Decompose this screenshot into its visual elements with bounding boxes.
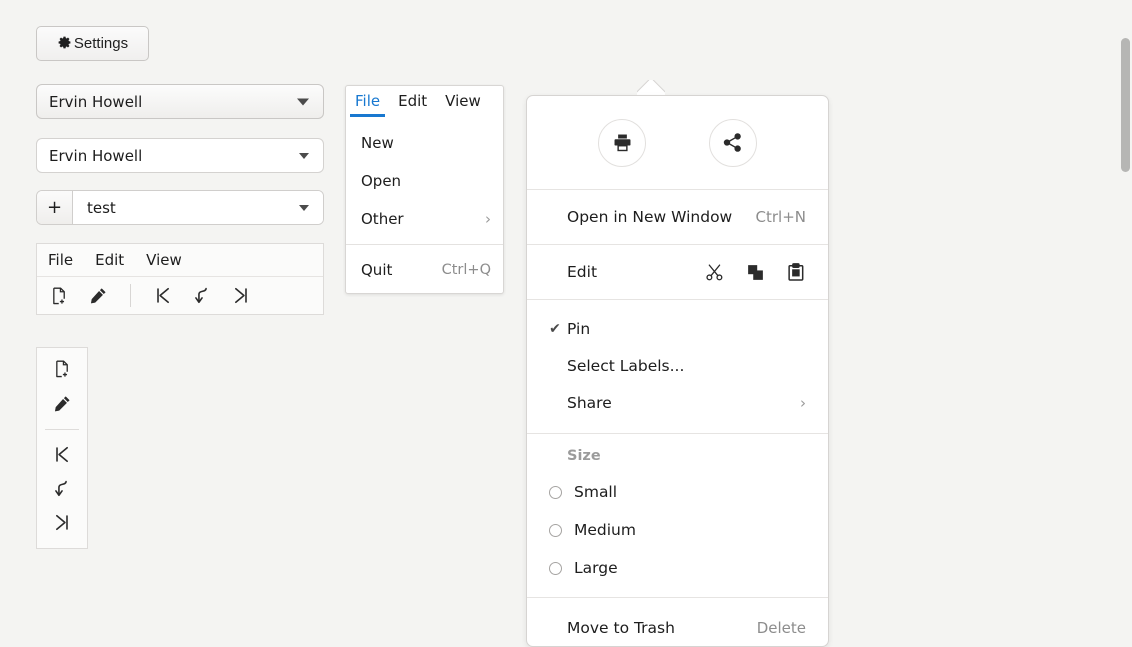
- user-select-styled[interactable]: Ervin Howell: [36, 138, 324, 173]
- tab-edit[interactable]: Edit: [398, 92, 427, 117]
- radio-option-medium[interactable]: Medium: [527, 511, 828, 549]
- menu-item-other[interactable]: Other ›: [346, 200, 503, 238]
- radio-option-small-label: Small: [574, 483, 618, 501]
- item-select[interactable]: test: [73, 191, 323, 224]
- horizontal-toolbar: File Edit View: [36, 243, 324, 315]
- user-select-styled-value: Ervin Howell: [49, 146, 143, 165]
- edit-row-label: Edit: [567, 263, 598, 281]
- menu-item-share[interactable]: Share ›: [527, 384, 828, 421]
- trash-section: Move to Trash Delete: [527, 598, 828, 647]
- add-item-button[interactable]: +: [37, 191, 73, 224]
- menubar-tabs: File Edit View: [346, 86, 503, 117]
- tab-file[interactable]: File: [349, 92, 386, 117]
- print-icon[interactable]: [598, 118, 647, 167]
- toolbar-icon-row: [37, 277, 323, 314]
- toolbar-menu-file[interactable]: File: [48, 251, 73, 269]
- user-select-native-value: Ervin Howell: [49, 92, 143, 111]
- move-to-trash-shortcut: Delete: [756, 619, 806, 637]
- copy-icon[interactable]: [745, 262, 765, 282]
- radio-option-large-label: Large: [574, 559, 618, 577]
- toolbar-separator: [45, 429, 79, 430]
- menu-separator: [346, 244, 503, 245]
- menu-item-quit[interactable]: Quit Ctrl+Q: [346, 251, 503, 289]
- file-menu-items: New Open Other › Quit Ctrl+Q: [346, 117, 503, 289]
- menu-item-new-label: New: [361, 134, 394, 152]
- chevron-down-icon: [299, 152, 309, 159]
- radio-option-small[interactable]: Small: [527, 473, 828, 511]
- menu-item-select-labels-label: Select Labels...: [567, 356, 685, 375]
- add-combo: + test: [36, 190, 324, 225]
- menu-item-other-label: Other: [361, 210, 404, 228]
- toolbar-menubar: File Edit View: [37, 244, 323, 277]
- menu-item-open-new-window[interactable]: Open in New Window Ctrl+N: [527, 190, 828, 244]
- radio-option-medium-label: Medium: [574, 521, 636, 539]
- download-arrow-icon[interactable]: [52, 480, 72, 497]
- tab-view[interactable]: View: [445, 92, 481, 117]
- file-menubar: File Edit View New Open Other › Quit Ctr…: [345, 85, 504, 294]
- item-select-value: test: [87, 198, 116, 217]
- skip-to-start-icon[interactable]: [52, 446, 72, 463]
- menu-item-move-to-trash[interactable]: Move to Trash Delete: [527, 598, 828, 647]
- settings-button-label: Settings: [73, 35, 129, 52]
- edit-action-icons: [704, 262, 806, 282]
- settings-button[interactable]: Settings: [36, 26, 149, 61]
- radio-icon: [549, 485, 562, 499]
- paste-icon[interactable]: [786, 262, 806, 282]
- vertical-toolbar: [36, 347, 88, 549]
- cut-icon[interactable]: [704, 262, 724, 282]
- share-icon[interactable]: [708, 118, 757, 167]
- app-root: Settings Ervin Howell Ervin Howell + tes…: [0, 0, 1132, 647]
- chevron-down-icon: [299, 204, 309, 211]
- user-select-native[interactable]: Ervin Howell: [36, 84, 324, 119]
- page-scrollbar-thumb[interactable]: [1121, 38, 1130, 172]
- new-document-icon[interactable]: [49, 286, 69, 306]
- skip-to-start-icon[interactable]: [153, 286, 173, 306]
- pencil-edit-icon[interactable]: [52, 395, 72, 412]
- toggles-section: ✔ Pin Select Labels... Share ›: [527, 300, 828, 434]
- menu-item-pin-label: Pin: [567, 319, 591, 338]
- pencil-edit-icon[interactable]: [88, 286, 108, 306]
- menu-item-open-label: Open: [361, 172, 402, 190]
- menu-item-new[interactable]: New: [346, 124, 503, 162]
- menu-item-pin[interactable]: ✔ Pin: [527, 310, 828, 347]
- page-scrollbar-track[interactable]: [1119, 0, 1132, 647]
- toolbar-menu-edit[interactable]: Edit: [95, 251, 124, 269]
- skip-to-end-icon[interactable]: [52, 514, 72, 531]
- new-document-icon[interactable]: [52, 360, 72, 378]
- open-new-window-label: Open in New Window: [567, 208, 733, 226]
- chevron-right-icon: ›: [485, 210, 491, 228]
- quick-actions-row: [527, 96, 828, 190]
- size-section: Size Small Medium Large: [527, 434, 828, 598]
- gear-icon: [57, 36, 72, 51]
- menu-item-share-label: Share: [567, 393, 612, 412]
- menu-item-quit-shortcut: Ctrl+Q: [441, 262, 491, 278]
- popup-arrow: [637, 80, 665, 96]
- chevron-right-icon: ›: [800, 393, 806, 412]
- context-menu-popup: Open in New Window Ctrl+N Edit ✔ Pin Sel…: [526, 95, 829, 647]
- menu-item-open[interactable]: Open: [346, 162, 503, 200]
- toolbar-separator: [130, 284, 131, 307]
- chevron-down-icon: [297, 98, 309, 105]
- open-new-window-section: Open in New Window Ctrl+N: [527, 190, 828, 245]
- size-section-title: Size: [567, 448, 601, 464]
- radio-icon: [549, 523, 562, 537]
- radio-option-large[interactable]: Large: [527, 549, 828, 587]
- download-arrow-icon[interactable]: [192, 286, 212, 306]
- toolbar-menu-view[interactable]: View: [146, 251, 182, 269]
- menu-item-edit: Edit: [527, 245, 828, 299]
- menu-item-quit-label: Quit: [361, 261, 393, 279]
- menu-item-select-labels[interactable]: Select Labels...: [527, 347, 828, 384]
- skip-to-end-icon[interactable]: [231, 286, 251, 306]
- open-new-window-shortcut: Ctrl+N: [755, 208, 806, 226]
- move-to-trash-label: Move to Trash: [567, 619, 675, 637]
- radio-icon: [549, 561, 562, 575]
- edit-section: Edit: [527, 245, 828, 300]
- check-icon: ✔: [549, 320, 561, 337]
